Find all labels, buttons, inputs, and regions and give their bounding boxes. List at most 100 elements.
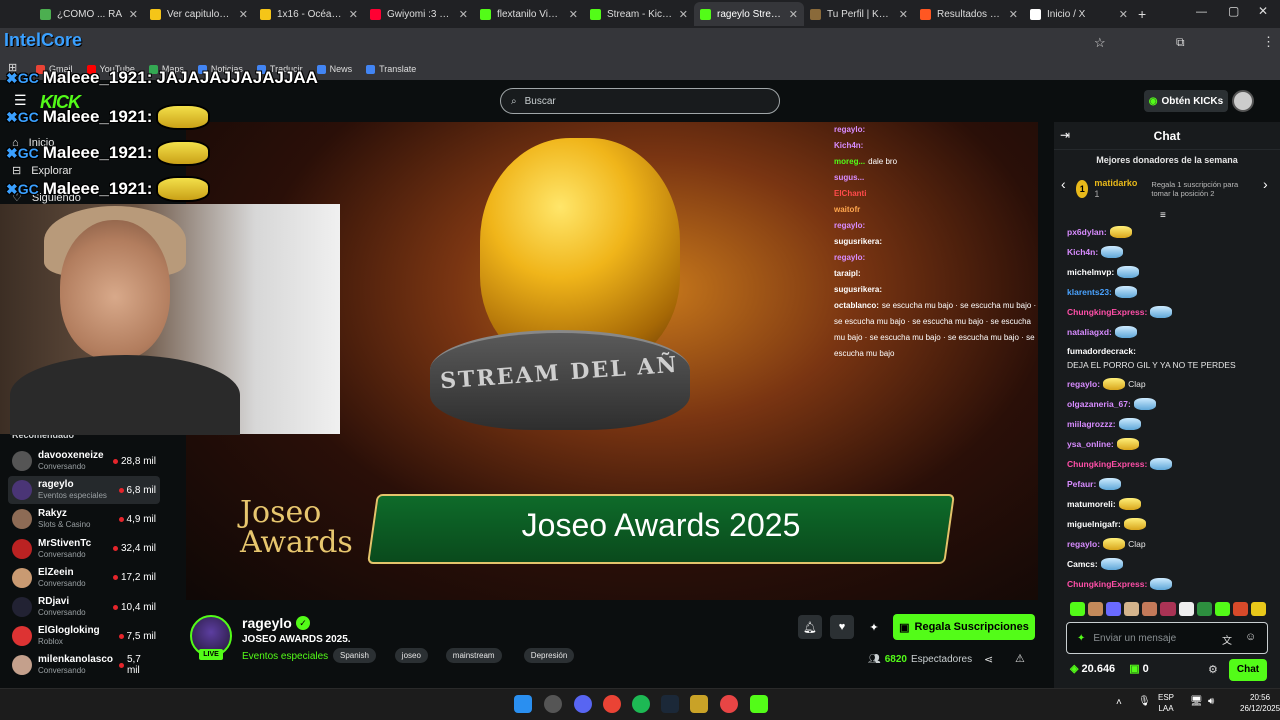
spotify-icon[interactable]: [632, 695, 650, 713]
chat-message[interactable]: ysa_online:: [1067, 438, 1267, 450]
stream-tag[interactable]: joseo: [394, 648, 428, 663]
new-tab-button[interactable]: +: [1138, 6, 1146, 22]
tray-chevron-icon[interactable]: ˄: [1116, 697, 1122, 708]
donors-next-icon[interactable]: ›: [1263, 176, 1268, 192]
chat-message[interactable]: matumoreli:: [1067, 498, 1267, 510]
quick-emote-icon[interactable]: [1070, 602, 1086, 616]
chat-message[interactable]: Camcs:: [1067, 558, 1267, 570]
emoji-icon[interactable]: ☺: [1245, 631, 1256, 643]
follow-heart-icon[interactable]: ♥: [830, 615, 854, 639]
chat-message[interactable]: olgazaneria_67:: [1067, 398, 1267, 410]
language-indicator[interactable]: ESP LAA: [1158, 692, 1174, 714]
donors-prev-icon[interactable]: ‹: [1061, 176, 1066, 192]
chat-username[interactable]: regaylo:: [1067, 539, 1100, 550]
stream-category[interactable]: Eventos especiales: [242, 651, 328, 662]
browser-tab[interactable]: Resultados de jos... ✕: [914, 2, 1024, 26]
recommended-channel[interactable]: milenkanolasco Conversando 5,7 mil: [8, 651, 160, 679]
bookmark-item[interactable]: News: [316, 64, 352, 74]
taskbar-app-icon[interactable]: [690, 695, 708, 713]
chat-message[interactable]: fumadordecrack: DEJA EL PORRO GIL Y YA NO…: [1067, 346, 1267, 371]
chat-message[interactable]: ChungkingExpress:: [1067, 306, 1267, 318]
recommended-channel[interactable]: ElGlogloking Roblox 7,5 mil: [8, 622, 160, 650]
stream-tag[interactable]: Depresión: [523, 648, 575, 663]
quick-emote-icon[interactable]: [1142, 602, 1158, 616]
recommended-channel[interactable]: ElZeein Conversando 17,2 mil: [8, 564, 160, 592]
channel-name[interactable]: rageylo: [242, 615, 292, 631]
chat-message[interactable]: px6dylan:: [1067, 226, 1267, 238]
chat-username[interactable]: Pefaur:: [1067, 479, 1096, 490]
quick-emote-icon[interactable]: [1250, 602, 1267, 616]
close-tab-icon[interactable]: ✕: [1009, 8, 1018, 21]
sparkle-icon[interactable]: ✦: [862, 615, 886, 639]
quick-emote-icon[interactable]: [1232, 602, 1248, 616]
chat-username[interactable]: fumadordecrack:: [1067, 346, 1136, 357]
get-kicks-button[interactable]: ◉ Obtén KICKs: [1144, 90, 1228, 112]
chat-username[interactable]: regaylo:: [1067, 379, 1100, 390]
chat-message[interactable]: michelmvp:: [1067, 266, 1267, 278]
browser-tab[interactable]: rageylo Stream ✕: [694, 2, 804, 26]
close-tab-icon[interactable]: ✕: [129, 8, 138, 21]
close-window-icon[interactable]: ✕: [1258, 4, 1268, 18]
chat-message[interactable]: Pefaur:: [1067, 478, 1267, 490]
chat-message[interactable]: miilagrozzz:: [1067, 418, 1267, 430]
chat-username[interactable]: klarents23:: [1067, 287, 1112, 298]
browser-tab[interactable]: ¿CÓMO ... RA ✕: [34, 2, 144, 26]
browser-tab[interactable]: 1x16 - Océanos d... ✕: [254, 2, 364, 26]
recommended-channel[interactable]: Rakyz Slots & Casino 4,9 mil: [8, 505, 160, 533]
search-input[interactable]: ⌕ Buscar: [500, 88, 780, 114]
chat-message[interactable]: regaylo: Clap: [1067, 538, 1267, 550]
address-bar[interactable]: [0, 28, 1280, 58]
chat-username[interactable]: miilagrozzz:: [1067, 419, 1116, 430]
recommended-channel[interactable]: MrStivenTc Conversando 32,4 mil: [8, 535, 160, 563]
quick-emote-icon[interactable]: [1088, 602, 1104, 616]
gift-subs-button[interactable]: ▣ Regala Suscripciones: [893, 614, 1035, 640]
chat-username[interactable]: ysa_online:: [1067, 439, 1114, 450]
chat-settings-icon[interactable]: ⚙: [1208, 663, 1218, 676]
chat-username[interactable]: olgazaneria_67:: [1067, 399, 1131, 410]
close-tab-icon[interactable]: ✕: [1119, 8, 1128, 21]
chat-username[interactable]: px6dylan:: [1067, 227, 1107, 238]
chat-username[interactable]: matumoreli:: [1067, 499, 1116, 510]
discord-icon[interactable]: [574, 695, 592, 713]
quick-emote-icon[interactable]: [1214, 602, 1230, 616]
quick-emote-icon[interactable]: [1178, 602, 1194, 616]
chat-message-input[interactable]: ✦ Enviar un mensaje: [1066, 622, 1268, 654]
quick-emote-icon[interactable]: [1160, 602, 1176, 616]
close-tab-icon[interactable]: ✕: [349, 8, 358, 21]
browser-tab[interactable]: flextanilo Videos ✕: [474, 2, 584, 26]
chat-username[interactable]: Kich4n:: [1067, 247, 1098, 258]
user-avatar[interactable]: [1232, 90, 1254, 112]
top-donor[interactable]: 1 matidarko 1 Regala 1 suscripción para …: [1076, 178, 1256, 200]
stream-tag[interactable]: mainstream: [445, 648, 502, 663]
browser-tab[interactable]: Stream - Kick Das... ✕: [584, 2, 694, 26]
browser-tab[interactable]: Ver capitulos sin ... ✕: [144, 2, 254, 26]
windows-start-icon[interactable]: [514, 695, 532, 713]
chat-username[interactable]: ChungkingExpress:: [1067, 459, 1147, 470]
close-tab-icon[interactable]: ✕: [789, 8, 798, 21]
chat-username[interactable]: ChungkingExpress:: [1067, 307, 1147, 318]
emote-quickbar[interactable]: [1070, 602, 1267, 618]
taskbar-clock[interactable]: 20:56 26/12/2025: [1240, 692, 1280, 714]
bookmark-item[interactable]: Translate: [366, 64, 416, 74]
close-tab-icon[interactable]: ✕: [569, 8, 578, 21]
taskbar-app-icon[interactable]: [544, 695, 562, 713]
chat-username[interactable]: nataliagxd:: [1067, 327, 1112, 338]
send-chat-button[interactable]: Chat: [1229, 659, 1267, 681]
recommended-channel[interactable]: RDjavi Conversando 10,4 mil: [8, 593, 160, 621]
menu-dots-icon[interactable]: ⋮: [1262, 34, 1275, 50]
maximize-icon[interactable]: ▢: [1228, 4, 1239, 18]
browser-tab[interactable]: Inicio / X ✕: [1024, 2, 1134, 26]
close-tab-icon[interactable]: ✕: [459, 8, 468, 21]
chat-message[interactable]: nataliagxd:: [1067, 326, 1267, 338]
browser-tab[interactable]: Gwiyomi :3 sub e... ✕: [364, 2, 474, 26]
quick-emote-icon[interactable]: [1106, 602, 1122, 616]
chat-username[interactable]: ChungkingExpress:: [1067, 579, 1147, 590]
chat-message[interactable]: klarents23:: [1067, 286, 1267, 298]
close-tab-icon[interactable]: ✕: [239, 8, 248, 21]
quick-emote-icon[interactable]: [1124, 602, 1140, 616]
translate-icon[interactable]: 文: [1222, 632, 1232, 647]
extensions-icon[interactable]: ⧉: [1176, 35, 1185, 50]
bookmark-star-icon[interactable]: ☆: [1094, 35, 1106, 51]
kick-app-icon[interactable]: [750, 695, 768, 713]
volume-icon[interactable]: 🔊︎: [1208, 696, 1214, 707]
